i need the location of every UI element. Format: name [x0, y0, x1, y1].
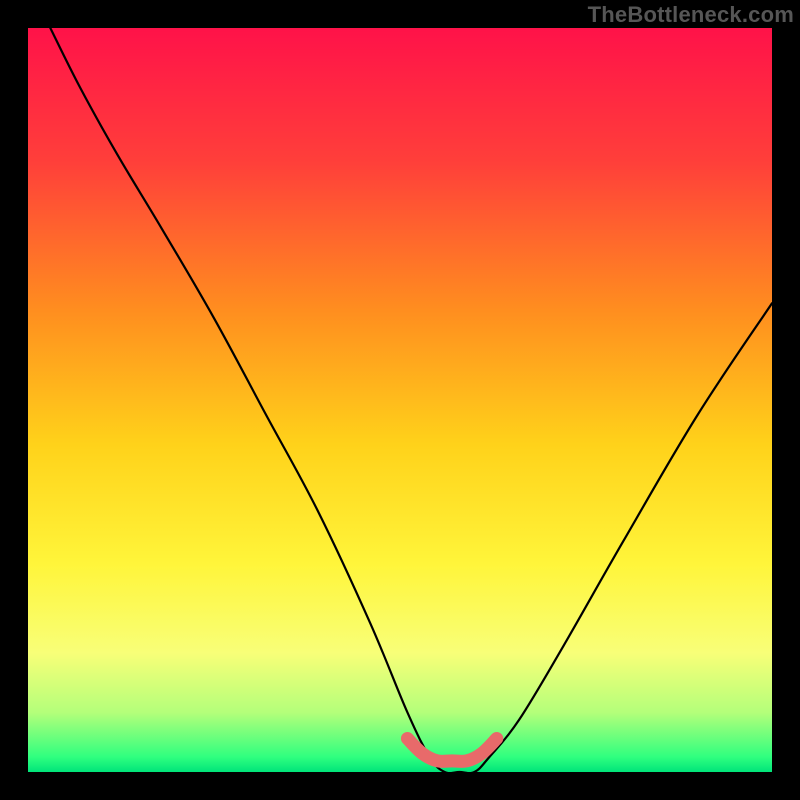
watermark-label: TheBottleneck.com — [588, 2, 794, 28]
plot-area — [28, 28, 772, 772]
bottleneck-curve-path — [50, 28, 772, 772]
chart-frame: TheBottleneck.com — [0, 0, 800, 800]
curve-layer — [28, 28, 772, 772]
